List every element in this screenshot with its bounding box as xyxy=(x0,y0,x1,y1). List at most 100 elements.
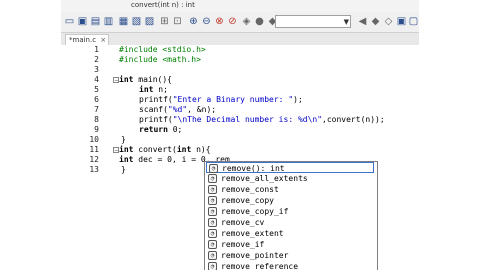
keyword: int xyxy=(119,75,134,84)
code-line-5: int n; xyxy=(139,85,168,95)
autocomplete-item[interactable]: ◔ remove_copy xyxy=(206,195,374,206)
autocomplete-item[interactable]: ◔ remove_reference xyxy=(206,261,374,270)
toggle-icon[interactable]: ▢ xyxy=(407,15,419,28)
replace-icon[interactable]: ⊘ xyxy=(226,15,239,28)
line-number: 2 xyxy=(94,55,99,64)
code-text: main(){ xyxy=(133,75,172,84)
code-line-2: #include <math.h> xyxy=(119,55,201,65)
autocomplete-item[interactable]: ◔ remove_const xyxy=(206,184,374,195)
autocomplete-popup[interactable]: ◔ remove(): int ◔ remove_all_extents ◔ remo… xyxy=(204,161,378,270)
bookmark-next-icon[interactable]: ◇ xyxy=(382,15,395,28)
function-icon: ◔ xyxy=(208,262,217,270)
code-line-9: return 0; xyxy=(139,125,182,135)
line-number: 9 xyxy=(94,125,99,134)
bookmark-icon[interactable]: ◆ xyxy=(369,15,382,28)
line-number: 13 xyxy=(89,165,99,174)
check-syntax-icon[interactable]: ⊡ xyxy=(171,15,184,28)
save-all-icon[interactable]: ▥ xyxy=(102,15,115,28)
autocomplete-label: remove_cv xyxy=(221,218,265,227)
ide-window: convert(int n) : int ▭ ▣ ▤ ▥ ▦ ▧ ▨ ⊞ ⊡ ⊕… xyxy=(61,0,419,270)
function-icon: ◔ xyxy=(208,229,217,238)
autocomplete-item[interactable]: ◔ remove_if xyxy=(206,239,374,250)
line-number: 11 xyxy=(89,145,99,154)
window-title: convert(int n) : int xyxy=(131,1,195,9)
chevron-down-icon: ▼ xyxy=(343,18,349,26)
line-number-gutter: 1 2 3 4 5 6 7 8 9 10 11 12 13 xyxy=(61,45,101,270)
line-number: 8 xyxy=(94,115,99,124)
code-text: n; xyxy=(153,85,168,94)
zoom-in-icon[interactable]: ⊕ xyxy=(187,15,200,28)
line-number: 6 xyxy=(94,95,99,104)
code-line-7: scanf("%d", &n); xyxy=(139,105,216,115)
code-text: printf( xyxy=(139,115,173,124)
autocomplete-item[interactable]: ◔ remove_all_extents xyxy=(206,173,374,184)
function-icon: ◔ xyxy=(209,164,218,173)
save-icon[interactable]: ▤ xyxy=(89,15,102,28)
new-file-icon[interactable]: ▭ xyxy=(63,15,76,28)
zoom-out-icon[interactable]: ⊖ xyxy=(200,15,213,28)
preprocessor-directive: #include <math.h> xyxy=(119,55,201,64)
keyword: int xyxy=(119,145,134,154)
debug-icon[interactable]: ◈ xyxy=(240,15,253,28)
arrow-left-icon[interactable]: ◀ xyxy=(356,15,369,28)
code-line-8: printf("\nThe Decimal number is: %d\n",c… xyxy=(139,115,385,125)
function-icon: ◔ xyxy=(208,196,217,205)
autocomplete-item[interactable]: ◔ remove(): int xyxy=(206,162,374,173)
code-text: scanf( xyxy=(139,105,168,114)
keyword: int xyxy=(176,145,192,154)
code-text: ); xyxy=(293,95,303,104)
function-icon: ◔ xyxy=(208,207,217,216)
autocomplete-label: remove_pointer xyxy=(221,251,289,260)
autocomplete-label: remove_reference xyxy=(221,262,299,270)
function-icon: ◔ xyxy=(208,185,217,194)
code-line-11: int convert(int n){ xyxy=(119,145,211,155)
code-text: } xyxy=(121,165,126,174)
open-folder-icon[interactable]: ▣ xyxy=(76,15,89,28)
compile-icon[interactable]: ▦ xyxy=(117,15,130,28)
line-number: 1 xyxy=(94,45,99,54)
autocomplete-label: remove_if xyxy=(221,240,265,249)
code-text: n){ xyxy=(191,145,211,154)
code-line-4: int main(){ xyxy=(119,75,172,85)
function-icon: ◔ xyxy=(208,218,217,227)
code-text: printf( xyxy=(139,95,173,104)
string-literal: "Enter a Binary number: " xyxy=(172,95,294,104)
autocomplete-item[interactable]: ◔ remove_pointer xyxy=(206,250,374,261)
line-number: 3 xyxy=(94,65,99,74)
step-icon[interactable]: ● xyxy=(253,15,266,28)
rebuild-icon[interactable]: ⊞ xyxy=(158,15,171,28)
string-literal: "%d" xyxy=(167,105,188,114)
compile-run-icon[interactable]: ▨ xyxy=(143,15,156,28)
toolbar: ▭ ▣ ▤ ▥ ▦ ▧ ▨ ⊞ ⊡ ⊕ ⊖ ⊗ ⊘ ◈ ● ◆ ▼ ◀ ◆ ◇ … xyxy=(61,12,419,33)
right-pillarbox xyxy=(419,0,480,270)
compiler-dropdown[interactable]: ▼ xyxy=(275,15,351,28)
code-line-10: } xyxy=(121,135,126,145)
code-line-1: #include <stdio.h> xyxy=(119,45,206,55)
keyword: return xyxy=(139,125,168,134)
string-literal: "\nThe Decimal number is: %d\n" xyxy=(172,115,323,124)
autocomplete-item[interactable]: ◔ remove_cv xyxy=(206,217,374,228)
line-number: 7 xyxy=(94,105,99,114)
left-pillarbox xyxy=(0,0,61,270)
code-text: ,convert(n)); xyxy=(322,115,385,124)
line-number: 12 xyxy=(89,155,99,164)
code-line-13: } xyxy=(121,165,126,175)
run-icon[interactable]: ▧ xyxy=(130,15,143,28)
preprocessor-directive: #include <stdio.h> xyxy=(119,45,206,54)
line-number: 5 xyxy=(94,85,99,94)
autocomplete-item[interactable]: ◔ remove_extent xyxy=(206,228,374,239)
autocomplete-label: remove_extent xyxy=(221,229,284,238)
autocomplete-label: remove_all_extents xyxy=(221,174,308,183)
code-text: } xyxy=(121,135,126,144)
code-text: convert( xyxy=(133,145,177,154)
keyword: int xyxy=(139,85,154,94)
code-text: , &n); xyxy=(187,105,217,114)
code-line-6: printf("Enter a Binary number: "); xyxy=(139,95,303,105)
find-icon[interactable]: ⊗ xyxy=(213,15,226,28)
autocomplete-label: remove_copy_if xyxy=(221,207,289,216)
keyword: int xyxy=(119,155,134,164)
autocomplete-label: remove_const xyxy=(221,185,279,194)
autocomplete-item[interactable]: ◔ remove_copy_if xyxy=(206,206,374,217)
function-icon: ◔ xyxy=(208,174,217,183)
function-icon: ◔ xyxy=(208,240,217,249)
